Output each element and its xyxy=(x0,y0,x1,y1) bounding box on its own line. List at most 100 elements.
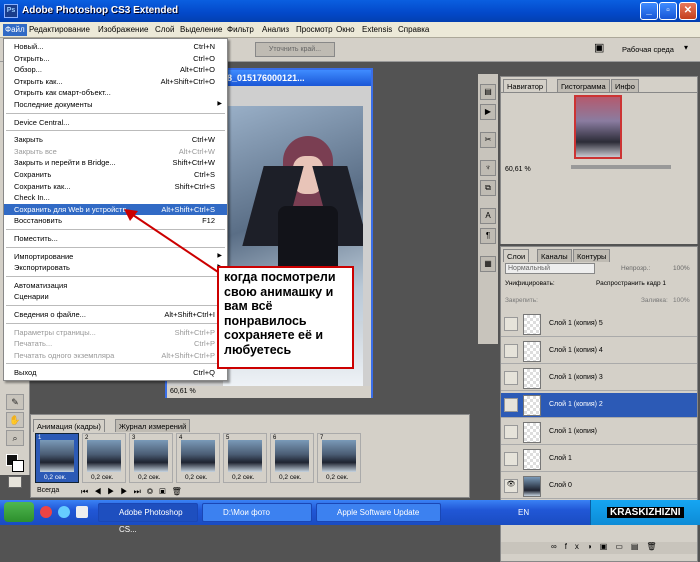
layer-row[interactable]: Слой 1 xyxy=(501,447,697,472)
navigator-thumbnail[interactable] xyxy=(574,95,622,159)
menu-filter[interactable]: Фильтр xyxy=(225,24,256,36)
layer-row[interactable]: 👁 Слой 0 xyxy=(501,474,697,499)
quicklaunch-icon[interactable] xyxy=(76,506,88,518)
menu-view[interactable]: Просмотр xyxy=(294,24,335,36)
file-menu-item[interactable]: Новый... Ctrl+N xyxy=(4,41,227,52)
animation-frame[interactable]: 7 0,2 сек. xyxy=(317,433,361,483)
frame-delay[interactable]: 0,2 сек. xyxy=(44,474,66,481)
visibility-toggle[interactable] xyxy=(504,425,518,439)
layers-footer-icons[interactable]: ∞fx◑▣▭▤🗑 xyxy=(501,542,697,554)
character-icon[interactable]: A xyxy=(480,208,496,224)
menu-layer[interactable]: Слой xyxy=(153,24,176,36)
menu-select[interactable]: Выделение xyxy=(178,24,224,36)
ie-icon[interactable] xyxy=(58,506,70,518)
file-menu-item[interactable]: Открыть... Ctrl+O xyxy=(4,53,227,64)
file-menu-item[interactable]: Закрыть и перейти в Bridge... Shift+Ctrl+… xyxy=(4,157,227,168)
file-menu-item[interactable]: Сохранить как... Shift+Ctrl+S xyxy=(4,181,227,192)
fill-value[interactable]: 100% xyxy=(673,297,690,304)
chevron-down-icon[interactable]: ▾ xyxy=(684,43,688,52)
frame-delay[interactable]: 0,2 сек. xyxy=(91,474,113,481)
file-menu-item[interactable]: Последние документы ▶ xyxy=(4,99,227,110)
taskbar-item-photoshop[interactable]: Adobe Photoshop CS... xyxy=(98,503,198,534)
brushes-icon[interactable]: ♆ xyxy=(480,160,496,176)
file-menu-item[interactable]: Выход Ctrl+Q xyxy=(4,367,227,378)
file-menu-item-label: Сведения о файле... xyxy=(14,310,86,319)
menu-file[interactable]: Файл xyxy=(3,24,27,36)
visibility-toggle[interactable] xyxy=(504,452,518,466)
tab-info[interactable]: Инфо xyxy=(611,79,639,92)
playback-controls[interactable]: ⏮◀▶▶⏭◎▣🗑 xyxy=(81,487,188,497)
menu-image[interactable]: Изображение xyxy=(96,24,150,36)
layer-row[interactable]: Слой 1 (копия) xyxy=(501,420,697,445)
layer-row[interactable]: Слой 1 (копия) 5 xyxy=(501,312,697,337)
minimize-button[interactable]: _ xyxy=(640,2,658,20)
animation-frame[interactable]: 6 0,2 сек. xyxy=(270,433,314,483)
hand-icon[interactable]: ✋ xyxy=(6,412,24,428)
brush-icon[interactable]: ✎ xyxy=(6,394,24,410)
frame-delay[interactable]: 0,2 сек. xyxy=(326,474,348,481)
navigator-zoom[interactable]: 60,61 % xyxy=(505,166,531,173)
document-zoom[interactable]: 60,61 % xyxy=(170,388,196,395)
visibility-toggle[interactable] xyxy=(504,344,518,358)
tab-channels[interactable]: Каналы xyxy=(537,249,572,262)
visibility-toggle[interactable] xyxy=(504,371,518,385)
language-indicator[interactable]: EN xyxy=(518,508,529,517)
visibility-toggle[interactable] xyxy=(504,317,518,331)
actions-icon[interactable]: ▶ xyxy=(480,104,496,120)
menu-window[interactable]: Окно xyxy=(334,24,357,36)
propagate-frame-label[interactable]: Распространить кадр 1 xyxy=(596,280,666,287)
tab-histogram[interactable]: Гистограмма xyxy=(557,79,610,92)
menu-edit[interactable]: Редактирование xyxy=(27,24,92,36)
file-menu-item[interactable]: Открыть как... Alt+Shift+Ctrl+O xyxy=(4,76,227,87)
file-menu-item[interactable]: Device Central... xyxy=(4,117,227,128)
frame-delay[interactable]: 0,2 сек. xyxy=(232,474,254,481)
menu-extensis[interactable]: Extensis xyxy=(360,24,394,36)
layer-row[interactable]: Слой 1 (копия) 3 xyxy=(501,366,697,391)
taskbar-item-my-photos[interactable]: D:\Мои фото xyxy=(202,503,312,522)
animation-frame[interactable]: 3 0,2 сек. xyxy=(129,433,173,483)
clone-source-icon[interactable]: ⧉ xyxy=(480,180,496,196)
visibility-toggle[interactable] xyxy=(504,398,518,412)
menu-separator xyxy=(6,305,225,306)
menu-analysis[interactable]: Анализ xyxy=(260,24,291,36)
animation-frame[interactable]: 2 0,2 сек. xyxy=(82,433,126,483)
eye-icon[interactable]: 👁 xyxy=(504,479,518,493)
tab-navigator[interactable]: Навигатор xyxy=(503,79,548,92)
animation-frame[interactable]: 4 0,2 сек. xyxy=(176,433,220,483)
frame-delay[interactable]: 0,2 сек. xyxy=(138,474,160,481)
file-menu-item[interactable]: Обзор... Alt+Ctrl+O xyxy=(4,64,227,75)
zoom-slider[interactable] xyxy=(571,165,671,169)
refine-edge-button[interactable]: Уточнить край... xyxy=(255,42,335,57)
file-menu-item[interactable]: Сведения о файле... Alt+Shift+Ctrl+I xyxy=(4,309,227,320)
animation-frame[interactable]: 1 0,2 сек. xyxy=(35,433,79,483)
tools-preset-icon[interactable]: ✂ xyxy=(480,132,496,148)
zoom-icon[interactable]: ⌕ xyxy=(6,430,24,446)
file-menu-item[interactable]: Сохранить Ctrl+S xyxy=(4,169,227,180)
tab-layers[interactable]: Слои xyxy=(503,249,530,262)
file-menu-item[interactable]: Открыть как смарт-объект... xyxy=(4,87,227,98)
tab-paths[interactable]: Контуры xyxy=(573,249,611,262)
blend-mode-select[interactable]: Нормальный xyxy=(505,263,595,274)
frame-delay[interactable]: 0,2 сек. xyxy=(185,474,207,481)
opera-icon[interactable] xyxy=(40,506,52,518)
close-button[interactable]: ✕ xyxy=(679,2,697,20)
menu-help[interactable]: Справка xyxy=(396,24,431,36)
start-button[interactable] xyxy=(4,502,34,522)
quick-mask-icon[interactable] xyxy=(8,476,22,488)
loop-select[interactable]: Всегда xyxy=(37,487,59,494)
workspace-label[interactable]: Рабочая среда xyxy=(622,45,674,54)
file-menu-item[interactable]: Закрыть Ctrl+W xyxy=(4,134,227,145)
file-menu-item-label: Закрыть и перейти в Bridge... xyxy=(14,158,116,168)
taskbar-item-apple-update[interactable]: Apple Software Update xyxy=(316,503,441,522)
layer-row[interactable]: Слой 1 (копия) 4 xyxy=(501,339,697,364)
animation-frame[interactable]: 5 0,2 сек. xyxy=(223,433,267,483)
file-menu-item-label: Параметры страницы... xyxy=(14,327,96,337)
frame-delay[interactable]: 0,2 сек. xyxy=(279,474,301,481)
layer-row[interactable]: Слой 1 (копия) 2 xyxy=(501,393,697,418)
paragraph-icon[interactable]: ¶ xyxy=(480,228,496,244)
maximize-button[interactable]: ▫ xyxy=(659,2,677,20)
opacity-value[interactable]: 100% xyxy=(673,265,690,272)
background-color-swatch[interactable] xyxy=(12,460,24,472)
notes-icon[interactable]: ▦ xyxy=(480,256,496,272)
history-icon[interactable]: ▤ xyxy=(480,84,496,100)
